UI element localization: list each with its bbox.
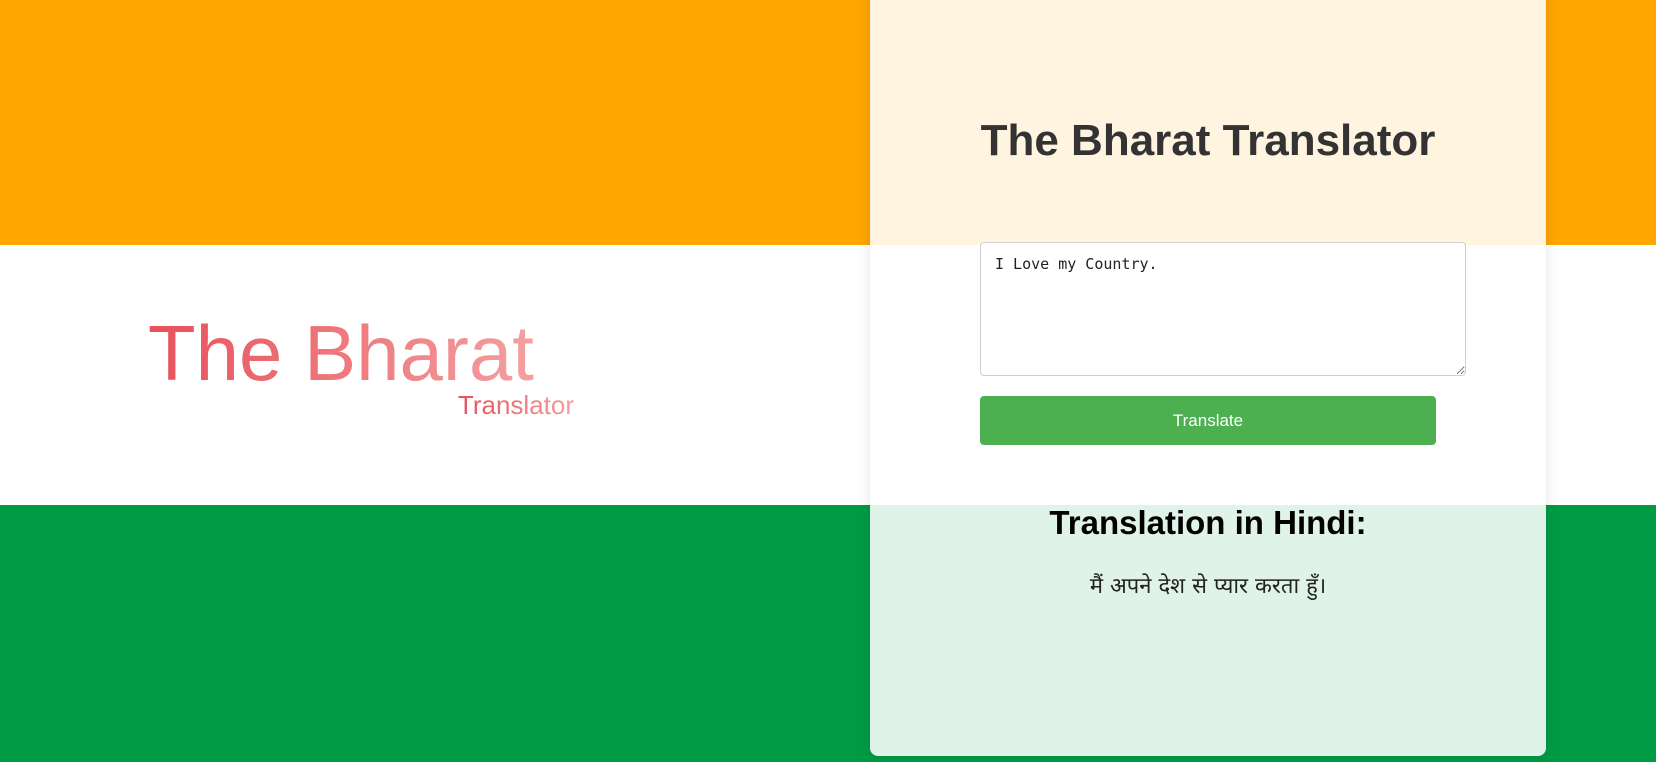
page: The Bharat Translator The Bharat Transla… [0,0,1656,762]
logo-main-text: The Bharat [148,309,534,397]
translation-output: मैं अपने देश से प्यार करता हुँ। [1089,574,1327,599]
result-heading: Translation in Hindi: [1049,504,1367,541]
translator-card: The Bharat Translator I Love my Country.… [870,0,1546,756]
page-title: The Bharat Translator [980,116,1436,165]
text-input[interactable]: I Love my Country. [980,242,1466,376]
logo-graphic: The Bharat Translator [148,309,574,420]
logo: The Bharat Translator [148,300,578,420]
translate-button[interactable]: Translate [980,396,1436,445]
logo-sub-text: Translator [458,390,574,420]
